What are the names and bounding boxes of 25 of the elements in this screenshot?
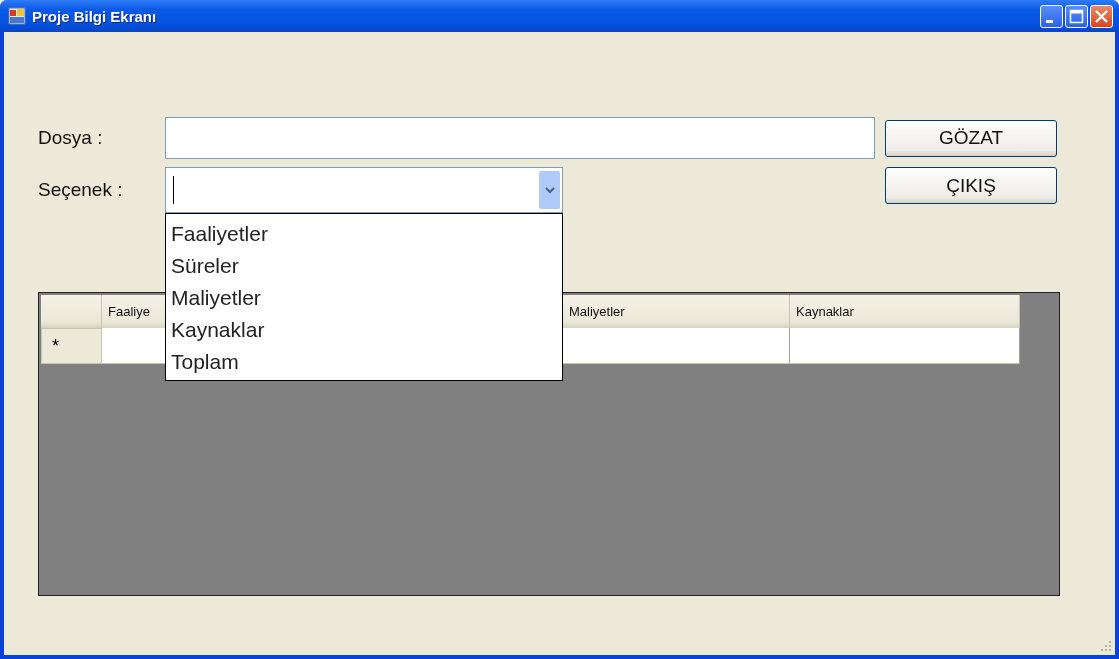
row-header[interactable]: * bbox=[41, 328, 102, 364]
dropdown-item[interactable]: Maliyetler bbox=[166, 282, 562, 314]
app-icon bbox=[8, 7, 26, 25]
exit-button[interactable]: ÇIKIŞ bbox=[885, 167, 1057, 204]
window-title: Proje Bilgi Ekranı bbox=[32, 7, 158, 25]
caret-icon bbox=[544, 186, 555, 194]
file-label: Dosya : bbox=[38, 127, 104, 149]
column-header[interactable]: Maliyetler bbox=[563, 295, 790, 328]
dropdown-item[interactable]: Toplam bbox=[166, 346, 562, 378]
dropdown-item[interactable]: Kaynaklar bbox=[166, 314, 562, 346]
maximize-button[interactable] bbox=[1065, 4, 1088, 28]
column-header[interactable]: Kaynaklar bbox=[790, 295, 1020, 328]
table-cell[interactable] bbox=[790, 328, 1020, 364]
table-cell[interactable] bbox=[563, 328, 790, 364]
browse-button[interactable]: GÖZAT bbox=[885, 119, 1057, 157]
close-button[interactable] bbox=[1090, 4, 1113, 28]
dropdown-button[interactable] bbox=[539, 171, 560, 209]
option-label: Seçenek : bbox=[38, 179, 124, 201]
dropdown-item[interactable]: Faaliyetler bbox=[166, 218, 562, 250]
resize-grip-icon[interactable] bbox=[1100, 640, 1112, 652]
minimize-button[interactable] bbox=[1040, 4, 1063, 28]
option-combo-box[interactable] bbox=[165, 167, 563, 213]
dropdown-item[interactable]: Süreler bbox=[166, 250, 562, 282]
file-field[interactable] bbox=[165, 117, 875, 159]
minimize-icon bbox=[1046, 19, 1053, 23]
